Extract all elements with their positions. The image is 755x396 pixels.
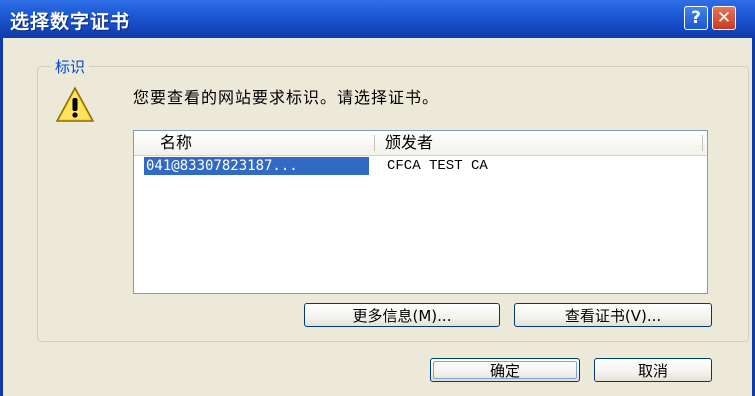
column-header-name[interactable]: 名称 xyxy=(160,131,192,155)
column-separator[interactable] xyxy=(702,135,703,151)
certificate-name-cell[interactable]: 041@83307823187... xyxy=(144,157,369,175)
certificate-issuer-cell[interactable]: CFCA TEST CA xyxy=(387,157,488,175)
title-bar[interactable]: 选择数字证书 ? ✕ xyxy=(0,0,755,39)
column-separator[interactable] xyxy=(374,135,375,151)
close-button[interactable]: ✕ xyxy=(712,6,736,30)
ok-button[interactable]: 确定 xyxy=(430,358,580,382)
help-button[interactable]: ? xyxy=(684,6,708,30)
more-info-label: 更多信息(M)... xyxy=(352,306,452,325)
help-icon: ? xyxy=(691,7,701,28)
prompt-message: 您要查看的网站要求标识。请选择证书。 xyxy=(133,88,440,107)
cancel-label: 取消 xyxy=(637,361,668,380)
certificate-list[interactable]: 名称 颁发者 041@83307823187... CFCA TEST CA xyxy=(133,130,708,294)
cancel-button[interactable]: 取消 xyxy=(594,358,712,382)
view-certificate-button[interactable]: 查看证书(V)... xyxy=(514,303,712,327)
warning-icon xyxy=(56,86,94,122)
group-label: 标识 xyxy=(51,56,90,77)
more-info-button[interactable]: 更多信息(M)... xyxy=(304,303,500,327)
close-icon: ✕ xyxy=(716,7,732,28)
view-certificate-label: 查看证书(V)... xyxy=(564,306,662,325)
table-row[interactable]: 041@83307823187... CFCA TEST CA xyxy=(134,156,707,176)
ok-label: 确定 xyxy=(433,361,577,380)
list-header: 名称 颁发者 xyxy=(134,131,707,156)
window-title: 选择数字证书 xyxy=(10,11,131,33)
column-header-issuer[interactable]: 颁发者 xyxy=(385,131,433,155)
